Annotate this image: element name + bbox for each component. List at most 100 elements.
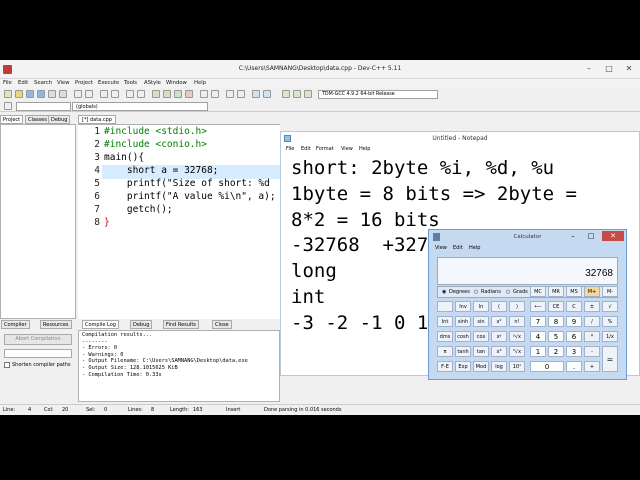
- tab-project[interactable]: Project: [0, 115, 24, 124]
- tab-compile-log[interactable]: Compile Log: [82, 320, 119, 329]
- replace-icon[interactable]: [111, 90, 119, 98]
- minimize-icon[interactable]: –: [580, 62, 598, 76]
- save-icon[interactable]: [26, 90, 34, 98]
- m-minus-button[interactable]: M-: [602, 286, 618, 297]
- mode-radians[interactable]: Radians: [481, 289, 501, 295]
- decimal-button[interactable]: .: [566, 361, 582, 372]
- sin-button[interactable]: sin: [473, 316, 489, 327]
- menu-tools[interactable]: Tools: [124, 80, 137, 86]
- code-line[interactable]: getch();: [104, 204, 173, 215]
- new-project-icon[interactable]: [226, 90, 234, 98]
- close-icon[interactable]: ✕: [620, 62, 638, 76]
- equals-button[interactable]: =: [602, 346, 618, 372]
- radio-radians-icon[interactable]: ○: [474, 289, 478, 295]
- close-file-icon[interactable]: [48, 90, 56, 98]
- percent-button[interactable]: %: [602, 316, 618, 327]
- digit-3-button[interactable]: 3: [566, 346, 582, 357]
- indent-icon[interactable]: [126, 90, 134, 98]
- redo-icon[interactable]: [85, 90, 93, 98]
- class-select[interactable]: [16, 102, 71, 111]
- close-paren-button[interactable]: ): [509, 301, 525, 312]
- menu-view[interactable]: View: [57, 80, 70, 86]
- mod-button[interactable]: Mod: [473, 361, 489, 372]
- scope-select[interactable]: (globals): [72, 102, 208, 111]
- compile-icon[interactable]: [152, 90, 160, 98]
- remove-file-icon[interactable]: [304, 90, 312, 98]
- np-menu-file[interactable]: File: [286, 146, 294, 152]
- square-button[interactable]: x²: [491, 316, 507, 327]
- cube-button[interactable]: x³: [491, 346, 507, 357]
- calc-menu-edit[interactable]: Edit: [453, 245, 463, 251]
- tab-compiler[interactable]: Compiler: [1, 320, 30, 329]
- radio-degrees-icon[interactable]: ◉: [442, 289, 446, 295]
- menu-edit[interactable]: Edit: [18, 80, 28, 86]
- project-options-icon[interactable]: [282, 90, 290, 98]
- log-button[interactable]: log: [491, 361, 507, 372]
- menu-project[interactable]: Project: [75, 80, 93, 86]
- compile-log[interactable]: Compilation results... -------- - Errors: …: [78, 330, 280, 402]
- reciprocal-button[interactable]: 1/x: [602, 331, 618, 342]
- minus-button[interactable]: -: [584, 346, 600, 357]
- code-line[interactable]: #include <stdio.h>: [104, 126, 207, 137]
- tab-debug-bottom[interactable]: Debug: [130, 320, 153, 329]
- print-icon[interactable]: [59, 90, 67, 98]
- project-panel[interactable]: [0, 124, 76, 319]
- menu-help[interactable]: Help: [194, 80, 206, 86]
- save-all-icon[interactable]: [37, 90, 45, 98]
- calc-menu-help[interactable]: Help: [469, 245, 480, 251]
- power-button[interactable]: xʸ: [491, 331, 507, 342]
- open-paren-button[interactable]: (: [491, 301, 507, 312]
- open-folder-icon[interactable]: [15, 90, 23, 98]
- calc-menu-view[interactable]: View: [435, 245, 447, 251]
- digit-9-button[interactable]: 9: [566, 316, 582, 327]
- digit-4-button[interactable]: 4: [530, 331, 546, 342]
- unindent-icon[interactable]: [137, 90, 145, 98]
- factorial-button[interactable]: n!: [509, 316, 525, 327]
- mode-grads[interactable]: Grads: [513, 289, 528, 295]
- digit-6-button[interactable]: 6: [566, 331, 582, 342]
- divide-button[interactable]: /: [584, 316, 600, 327]
- calc-minimize-icon[interactable]: –: [564, 231, 582, 241]
- calc-blank-button[interactable]: [437, 301, 453, 312]
- tab-find-results[interactable]: Find Results: [163, 320, 199, 329]
- profile-icon[interactable]: [211, 90, 219, 98]
- mode-degrees[interactable]: Degrees: [449, 289, 470, 295]
- tab-debug[interactable]: Debug: [48, 115, 71, 124]
- abort-compilation-button[interactable]: Abort Compilation: [4, 334, 72, 345]
- sinh-button[interactable]: sinh: [455, 316, 471, 327]
- add-file-icon[interactable]: [293, 90, 301, 98]
- mc-button[interactable]: MC: [530, 286, 546, 297]
- calc-maximize-icon[interactable]: □: [582, 231, 600, 241]
- sqrt-button[interactable]: √: [602, 301, 618, 312]
- digit-1-button[interactable]: 1: [530, 346, 546, 357]
- np-menu-edit[interactable]: Edit: [301, 146, 311, 152]
- np-menu-help[interactable]: Help: [359, 146, 370, 152]
- inv-button[interactable]: Inv: [455, 301, 471, 312]
- cos-button[interactable]: cos: [473, 331, 489, 342]
- int-button[interactable]: Int: [437, 316, 453, 327]
- backspace-button[interactable]: ⟵: [530, 301, 546, 312]
- plus-minus-button[interactable]: ±: [584, 301, 600, 312]
- debug-icon[interactable]: [200, 90, 208, 98]
- c-button[interactable]: C: [566, 301, 582, 312]
- open-project-icon[interactable]: [237, 90, 245, 98]
- maximize-icon[interactable]: □: [600, 62, 618, 76]
- pi-button[interactable]: π: [437, 346, 453, 357]
- code-line[interactable]: printf("Size of short: %d: [104, 178, 270, 189]
- code-editor[interactable]: 1 2 3 4 5 6 7 8 #include <stdio.h> #incl…: [78, 124, 280, 320]
- tanh-button[interactable]: tanh: [455, 346, 471, 357]
- run-icon[interactable]: [163, 90, 171, 98]
- class-icon[interactable]: [4, 102, 12, 110]
- options-icon[interactable]: [263, 90, 271, 98]
- code-line[interactable]: }: [104, 217, 110, 228]
- ms-button[interactable]: MS: [566, 286, 582, 297]
- np-menu-format[interactable]: Format: [316, 146, 334, 152]
- ce-button[interactable]: CE: [548, 301, 564, 312]
- tab-close[interactable]: Close: [212, 320, 232, 329]
- radio-grads-icon[interactable]: ○: [506, 289, 510, 295]
- editor-tab[interactable]: [*] data.cpp: [78, 115, 116, 124]
- code-line[interactable]: main(){: [104, 152, 144, 163]
- rebuild-icon[interactable]: [185, 90, 193, 98]
- code-line[interactable]: printf("A value %i\n", a);: [104, 191, 276, 202]
- compiler-select[interactable]: TDM-GCC 4.9.2 64-bit Release: [318, 90, 438, 99]
